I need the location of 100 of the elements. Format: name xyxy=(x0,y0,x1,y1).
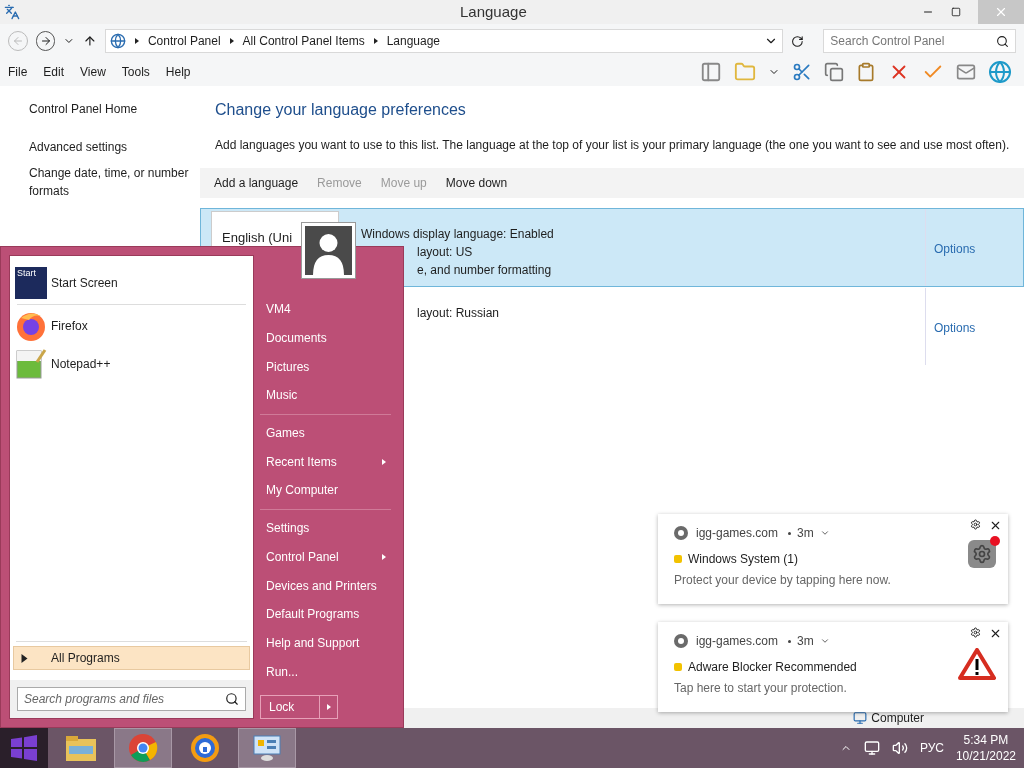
start-menu-item[interactable]: Default Programs xyxy=(260,599,395,629)
envelope-icon[interactable] xyxy=(956,62,976,82)
language-detail: e, and number formatting xyxy=(416,262,553,279)
menu-item[interactable]: Help xyxy=(165,63,191,81)
window-title: Language xyxy=(460,1,527,22)
search-icon xyxy=(996,34,1009,48)
notification-source: igg-games.com xyxy=(696,525,779,542)
start-screen-icon: Start xyxy=(15,267,47,299)
program-item[interactable]: Start Start Screen xyxy=(15,264,248,302)
notification-title: Windows System (1) xyxy=(688,551,799,568)
breadcrumb[interactable]: Control Panel xyxy=(147,32,221,50)
pane-icon[interactable] xyxy=(700,61,722,83)
start-menu-item[interactable]: Recent Items xyxy=(260,447,395,477)
action-link[interactable]: Add a language xyxy=(214,174,299,192)
sidebar-link[interactable]: Change date, time, or number formats xyxy=(29,164,192,200)
bullet-icon xyxy=(788,639,792,643)
control-panel-icon[interactable] xyxy=(252,734,282,762)
network-icon[interactable] xyxy=(863,740,880,756)
close-icon[interactable] xyxy=(989,519,1002,532)
lock-options-button[interactable] xyxy=(320,694,338,719)
menu-item[interactable]: View xyxy=(80,63,106,81)
submenu-arrow-icon xyxy=(381,553,387,560)
refresh-icon[interactable] xyxy=(790,34,804,48)
notification-title: Adware Blocker Recommended xyxy=(688,659,857,676)
warning-icon xyxy=(958,648,996,680)
start-menu-item[interactable]: Run... xyxy=(260,657,395,686)
expand-icon[interactable] xyxy=(819,528,830,538)
triangle-icon xyxy=(20,653,29,663)
start-menu-item[interactable]: Control Panel xyxy=(260,542,395,572)
warning-small-icon xyxy=(674,555,682,563)
page-heading: Change your language preferences xyxy=(214,100,467,120)
start-menu-item[interactable]: Games xyxy=(260,418,395,448)
lock-button[interactable]: Lock xyxy=(260,694,320,719)
windows-logo-icon xyxy=(11,735,37,761)
clipboard-icon[interactable] xyxy=(856,62,876,82)
start-menu-item[interactable]: Devices and Printers xyxy=(260,571,395,600)
sidebar-link[interactable]: Advanced settings xyxy=(29,138,192,156)
breadcrumb[interactable]: All Control Panel Items xyxy=(242,32,365,50)
notification-source: igg-games.com xyxy=(696,633,779,650)
notepad-icon xyxy=(15,348,47,380)
warning-small-icon xyxy=(674,663,682,671)
start-menu-item[interactable]: Help and Support xyxy=(260,628,395,658)
breadcrumb[interactable]: Language xyxy=(386,32,441,50)
start-menu-item[interactable]: Documents xyxy=(260,323,395,353)
close-icon[interactable] xyxy=(989,627,1002,640)
user-silhouette-icon xyxy=(305,226,352,275)
folder-icon[interactable] xyxy=(65,734,97,762)
copy-icon[interactable] xyxy=(824,62,844,82)
taskbar-app[interactable] xyxy=(114,728,172,768)
firefox-icon xyxy=(15,310,47,342)
menu-item[interactable]: Edit xyxy=(43,63,65,81)
start-menu-item[interactable]: My Computer xyxy=(260,476,395,505)
computer-icon xyxy=(853,711,868,725)
volume-icon[interactable] xyxy=(891,740,908,756)
menu-item[interactable]: File xyxy=(8,63,28,81)
menu-item[interactable]: Tools xyxy=(121,63,150,81)
options-link[interactable]: Options xyxy=(925,288,1023,365)
settings-icon[interactable] xyxy=(970,519,981,530)
chevron-icon xyxy=(372,38,379,44)
action-link[interactable]: Move down xyxy=(445,174,508,192)
expand-icon[interactable] xyxy=(819,636,830,646)
notification-body: Protect your device by tapping here now. xyxy=(674,572,892,589)
chevron-icon xyxy=(133,38,140,44)
start-menu-item[interactable]: Music xyxy=(260,381,395,410)
scissors-icon[interactable] xyxy=(792,62,812,82)
search-field[interactable]: Search Control Panel xyxy=(823,29,1016,53)
forward-arrow-icon xyxy=(39,35,52,47)
language-icon xyxy=(4,4,20,20)
notification-card[interactable]: igg-games.com 3m Windows System (1) Protect your device by tapping here now. xyxy=(658,514,1008,604)
language-detail: layout: Russian xyxy=(416,305,501,322)
description: Add languages you want to use to this list. The language at the top of your list is your primary language (the one you want to see and use most often). xyxy=(214,137,1011,154)
start-button[interactable] xyxy=(0,728,48,768)
notification-age: 3m xyxy=(797,525,814,542)
notification-card[interactable]: igg-games.com 3m Adware Blocker Recommended Tap here to start your protection. xyxy=(658,622,1008,712)
close-icon xyxy=(994,5,1008,19)
start-menu-item[interactable]: Settings xyxy=(260,513,395,543)
language-detail: layout: US xyxy=(416,244,474,261)
input-language[interactable]: РУС xyxy=(919,739,944,757)
address-bar[interactable]: Control Panel All Control Panel Items Language xyxy=(104,29,783,53)
globe-icon[interactable] xyxy=(988,60,1012,84)
taskbar-app[interactable] xyxy=(238,728,296,768)
globe-icon xyxy=(109,33,126,49)
chevron-icon xyxy=(228,38,235,44)
notification-age: 3m xyxy=(797,633,814,650)
options-link[interactable]: Options xyxy=(925,209,1023,286)
status-location: Computer xyxy=(871,710,924,727)
sidebar-link[interactable]: Control Panel Home xyxy=(29,100,200,118)
submenu-arrow-icon xyxy=(325,703,332,710)
clock[interactable]: 5:34 PM 10/21/2022 xyxy=(955,732,1016,764)
language-detail: Windows display language: Enabled xyxy=(361,226,555,243)
search-field[interactable]: Search programs and files xyxy=(17,687,246,711)
start-menu-item[interactable]: VM4 xyxy=(260,295,395,324)
settings-icon[interactable] xyxy=(970,627,981,638)
all-programs-button[interactable]: All Programs xyxy=(13,646,250,670)
notification-body: Tap here to start your protection. xyxy=(674,680,848,697)
maximize-icon xyxy=(951,7,961,17)
up-icon[interactable] xyxy=(83,34,97,48)
search-icon xyxy=(225,692,239,706)
shield-lock-icon[interactable] xyxy=(190,733,220,763)
bullet-icon xyxy=(788,531,792,535)
